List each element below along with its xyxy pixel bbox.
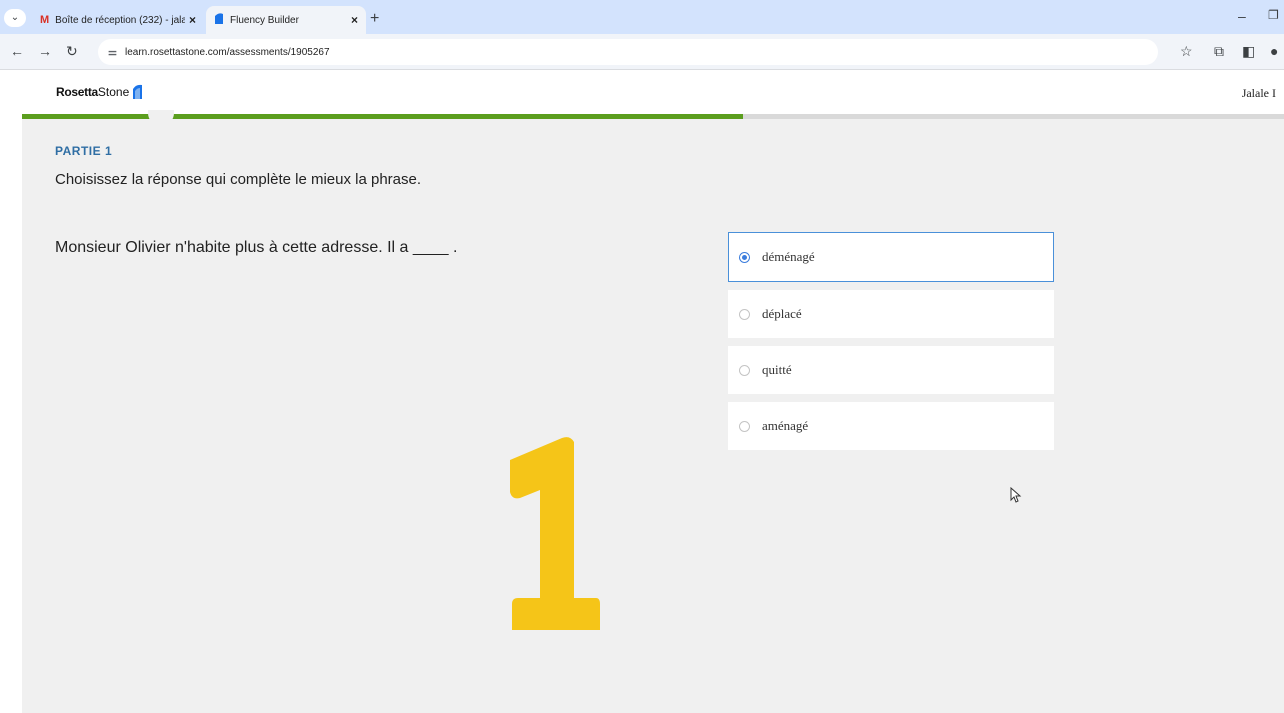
tab-close-icon[interactable]: × — [351, 13, 358, 27]
rosetta-stone-mark-icon — [133, 84, 143, 99]
minimize-icon[interactable]: – — [1238, 8, 1246, 24]
answer-option[interactable]: quitté — [728, 346, 1054, 394]
app-header: Rosetta Stone Jalale I — [0, 70, 1284, 114]
radio-selected-icon[interactable] — [739, 251, 750, 263]
back-icon[interactable]: ← — [10, 43, 24, 59]
answer-label: quitté — [762, 362, 792, 377]
answer-options: déménagé déplacé quitté aménagé — [728, 232, 1054, 458]
browser-tabstrip: ⌄ M Boîte de réception (232) - jalale × … — [0, 0, 1284, 34]
logo-text: Stone — [97, 84, 130, 99]
tab-close-icon[interactable]: × — [189, 13, 196, 27]
tab-title: Boîte de réception (232) - jalale — [55, 14, 185, 26]
radio-icon[interactable] — [739, 364, 750, 376]
new-tab-button[interactable]: + — [370, 10, 379, 28]
part-label: PARTIE 1 — [55, 144, 113, 158]
rosetta-favicon — [214, 12, 224, 28]
logo-text-bold: Rosetta — [56, 84, 98, 99]
forward-icon[interactable]: → — [38, 43, 52, 59]
address-bar[interactable]: ⚌ learn.rosettastone.com/assessments/190… — [98, 39, 1158, 65]
tab-gmail[interactable]: M Boîte de réception (232) - jalale × — [32, 6, 204, 34]
answer-option[interactable]: déménagé — [728, 232, 1054, 282]
radio-icon[interactable] — [739, 420, 750, 432]
answer-label: déménagé — [762, 249, 815, 264]
big-number-one-overlay — [510, 437, 600, 630]
tab-fluency-builder[interactable]: Fluency Builder × — [206, 6, 366, 34]
extensions-icon[interactable]: ⧉ — [1214, 43, 1224, 60]
site-info-icon[interactable]: ⚌ — [108, 47, 117, 58]
restore-icon[interactable]: ❐ — [1268, 8, 1279, 22]
instruction-text: Choisissez la réponse qui complète le mi… — [55, 171, 422, 188]
answer-option[interactable]: aménagé — [728, 402, 1054, 450]
mouse-cursor-icon — [1010, 487, 1022, 503]
tab-title: Fluency Builder — [230, 14, 299, 26]
rosetta-stone-logo[interactable]: Rosetta Stone — [56, 83, 143, 100]
side-panel-icon[interactable]: ◧ — [1242, 43, 1255, 60]
browser-toolbar: ← → ↻ ⚌ learn.rosettastone.com/assessmen… — [0, 34, 1284, 70]
question-text: Monsieur Olivier n'habite plus à cette a… — [55, 239, 458, 256]
url-text: learn.rosettastone.com/assessments/19052… — [124, 46, 330, 58]
answer-option[interactable]: déplacé — [728, 290, 1054, 338]
answer-label: aménagé — [762, 418, 809, 433]
reload-icon[interactable]: ↻ — [66, 43, 78, 60]
user-name[interactable]: Jalale I — [1242, 86, 1276, 101]
radio-icon[interactable] — [739, 308, 750, 320]
tab-search-icon[interactable]: ⌄ — [4, 9, 26, 27]
answer-label: déplacé — [762, 306, 802, 321]
profile-icon[interactable]: ● — [1270, 43, 1278, 59]
bookmark-star-icon[interactable]: ☆ — [1180, 43, 1193, 60]
assessment-content: PARTIE 1 Choisissez la réponse qui compl… — [22, 119, 1284, 713]
gmail-icon: M — [40, 14, 50, 26]
